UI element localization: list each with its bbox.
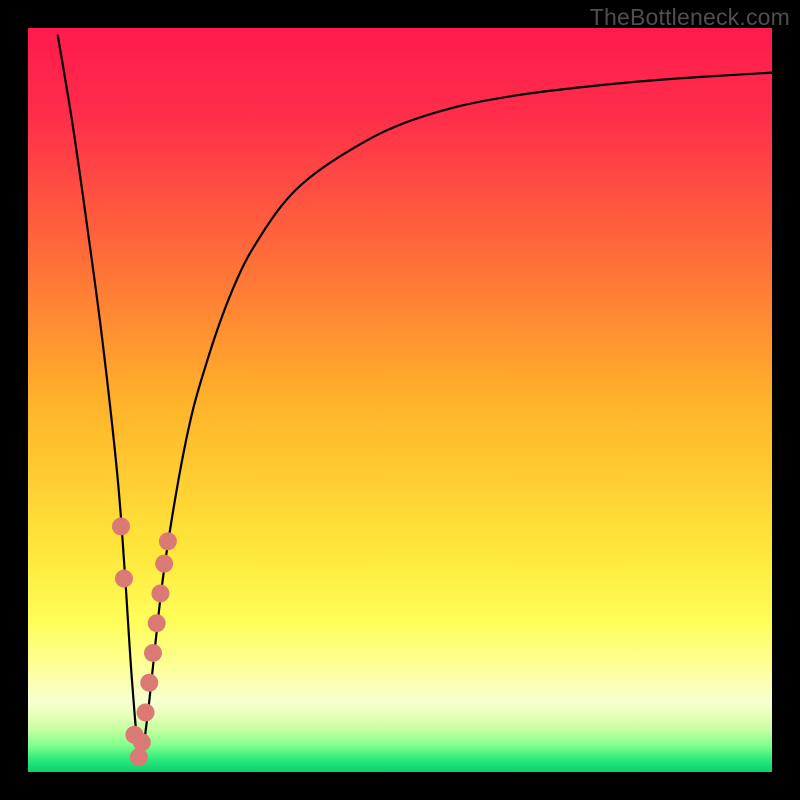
bottleneck-chart [28, 28, 772, 772]
marker-dot [140, 674, 158, 692]
plot-frame [28, 28, 772, 772]
marker-dot [133, 733, 151, 751]
watermark-text: TheBottleneck.com [590, 4, 790, 31]
gradient-background [28, 28, 772, 772]
marker-dot [130, 748, 148, 766]
marker-dot [115, 570, 133, 588]
marker-dot [155, 555, 173, 573]
marker-dot [137, 703, 155, 721]
marker-dot [144, 644, 162, 662]
marker-dot [148, 614, 166, 632]
marker-dot [151, 584, 169, 602]
marker-dot [112, 517, 130, 535]
marker-dot [159, 532, 177, 550]
